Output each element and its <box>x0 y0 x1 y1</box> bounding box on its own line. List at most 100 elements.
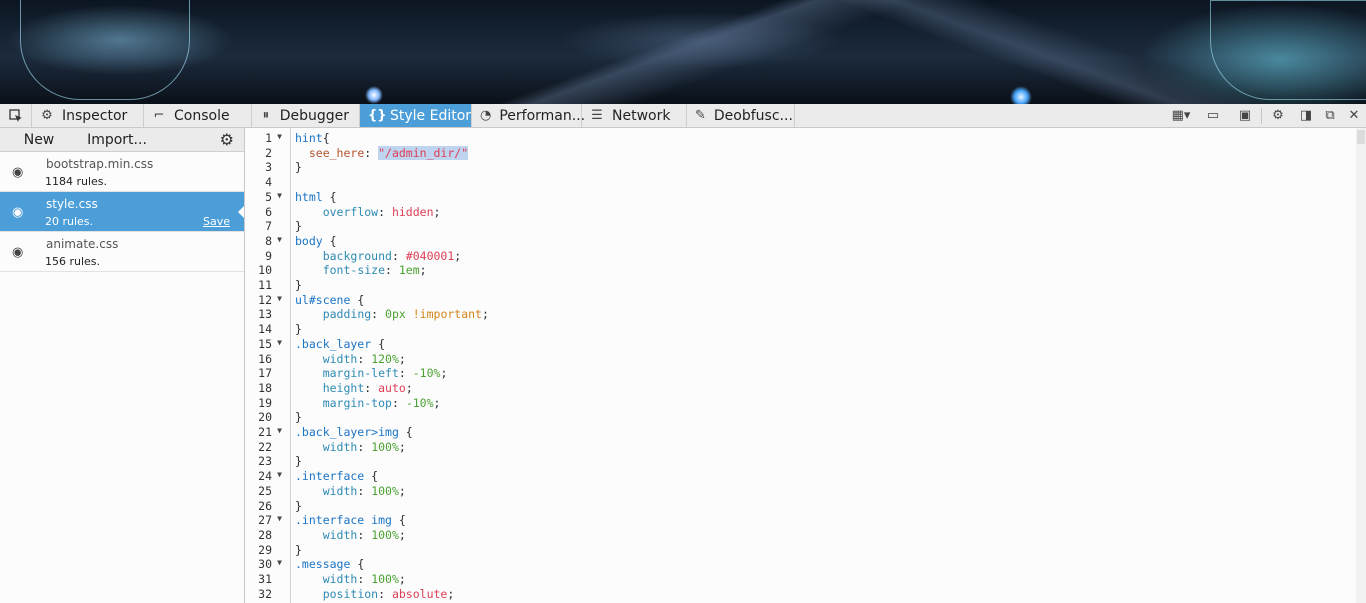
line-number: 27 ▼ <box>258 513 282 528</box>
banner-wireframe-ship <box>20 0 190 100</box>
fold-toggle-icon[interactable]: ▼ <box>277 558 282 567</box>
fold-toggle-icon[interactable]: ▼ <box>277 132 282 141</box>
element-picker-button[interactable] <box>0 104 32 127</box>
line-number: 11 <box>258 278 272 292</box>
eye-icon[interactable]: ◉ <box>12 205 23 220</box>
close-icon: ✕ <box>1348 108 1360 123</box>
code-line[interactable]: padding: 0px !important; <box>295 307 489 322</box>
dock-side-button[interactable]: ◨ <box>1294 108 1318 123</box>
stylesheet-name: bootstrap.min.css <box>46 157 154 171</box>
code-line[interactable]: background: #040001; <box>295 249 462 264</box>
undock-button[interactable]: ⧉ <box>1318 108 1342 123</box>
stylesheet-item-selected[interactable]: ◉ style.css 20 rules. Save <box>0 192 244 232</box>
fold-toggle-icon[interactable]: ▼ <box>277 235 282 244</box>
code-line[interactable]: } <box>295 499 302 514</box>
tab-inspector[interactable]: ⚙ Inspector <box>32 104 144 127</box>
line-number: 25 <box>258 483 272 498</box>
line-number: 13 <box>258 307 272 322</box>
fold-toggle-icon[interactable]: ▼ <box>277 338 282 347</box>
split-console-icon: ▭ <box>1206 108 1220 123</box>
code-line[interactable]: margin-top: -10%; <box>295 396 441 411</box>
frame-icon: ▦▾ <box>1171 108 1191 123</box>
code-line[interactable]: .interface img { <box>295 513 406 528</box>
sidebar-options-button[interactable]: ⚙ <box>220 130 240 149</box>
code-line[interactable]: } <box>295 278 302 293</box>
code-line[interactable]: .back_layer>img { <box>295 425 413 440</box>
code-line[interactable]: .back_layer { <box>295 337 385 352</box>
line-number: 30 ▼ <box>258 557 282 572</box>
stylesheet-name: animate.css <box>46 237 119 251</box>
stylesheet-rule-count: 20 rules. <box>45 215 94 228</box>
line-number: 24 ▼ <box>258 469 282 484</box>
code-line[interactable]: width: 120%; <box>295 352 406 367</box>
deobfuscator-icon: ✎ <box>695 108 706 123</box>
gear-icon: ⚙ <box>1272 108 1284 123</box>
code-line[interactable]: .interface { <box>295 469 378 484</box>
code-line[interactable]: overflow: hidden; <box>295 205 441 220</box>
scrollbar-thumb[interactable] <box>1357 130 1365 144</box>
eye-icon[interactable]: ◉ <box>12 165 23 180</box>
code-line[interactable]: position: absolute; <box>295 587 455 602</box>
new-stylesheet-button[interactable]: New <box>4 130 74 150</box>
code-line[interactable]: height: auto; <box>295 381 413 396</box>
fold-toggle-icon[interactable]: ▼ <box>277 470 282 479</box>
performance-icon: ◔ <box>480 108 492 123</box>
code-line[interactable]: ul#scene { <box>295 293 364 308</box>
code-line[interactable]: see_here: "/admin_dir/" <box>295 145 469 161</box>
debugger-icon: ⏸ <box>262 108 270 123</box>
line-number: 12 ▼ <box>258 292 282 307</box>
page-banner-image <box>0 0 1366 104</box>
close-devtools-button[interactable]: ✕ <box>1342 108 1366 123</box>
fold-toggle-icon[interactable]: ▼ <box>277 294 282 303</box>
code-line[interactable]: } <box>295 219 302 234</box>
stylesheet-rule-count: 1184 rules. <box>45 175 108 188</box>
code-line[interactable]: width: 100%; <box>295 572 406 587</box>
code-line[interactable]: } <box>295 410 302 425</box>
line-number: 21 ▼ <box>258 425 282 439</box>
save-link[interactable]: Save <box>203 215 230 228</box>
code-line[interactable]: html { <box>295 190 337 205</box>
responsive-mode-button[interactable]: ▣ <box>1229 108 1261 123</box>
tab-style-editor[interactable]: {} Style Editor <box>360 104 472 127</box>
settings-button[interactable]: ⚙ <box>1262 108 1294 123</box>
fold-toggle-icon[interactable]: ▼ <box>277 426 282 435</box>
line-number: 8 ▼ <box>265 233 282 248</box>
console-icon: ⌐ <box>153 108 165 123</box>
fold-toggle-icon[interactable]: ▼ <box>277 514 282 523</box>
code-line[interactable]: } <box>295 160 302 175</box>
code-line[interactable]: } <box>295 454 302 469</box>
line-number: 9 <box>265 248 272 263</box>
tab-network[interactable]: ☰ Network <box>582 104 687 127</box>
split-console-button[interactable]: ▭ <box>1197 108 1229 123</box>
code-line[interactable]: hint{ <box>295 131 330 146</box>
code-line[interactable]: font-size: 1em; <box>295 263 427 278</box>
code-line[interactable]: width: 100%; <box>295 484 406 499</box>
code-line[interactable]: } <box>295 543 302 558</box>
devtools-toolbar: ⚙ Inspector ⌐ Console ⏸ Debugger {} Styl… <box>0 104 1366 128</box>
code-line[interactable]: } <box>295 322 302 337</box>
code-editor[interactable]: 1 ▼ 2 3 4 5 ▼ 6 7 8 ▼ 9 10 11 12 ▼ 13 14 15 ▼ 16 17 18 19 20 21 ▼ 2… <box>246 128 1366 603</box>
frame-select-button[interactable]: ▦▾ <box>1165 108 1197 123</box>
line-number: 28 <box>258 527 272 542</box>
tab-performance[interactable]: ◔ Performan... <box>472 104 585 127</box>
editor-scrollbar[interactable] <box>1356 128 1366 603</box>
sidebar-toolbar: New Import... ⚙ <box>0 128 244 152</box>
import-stylesheet-button[interactable]: Import... <box>78 130 156 150</box>
line-number: 15 ▼ <box>258 336 282 351</box>
tab-console[interactable]: ⌐ Console <box>144 104 252 127</box>
tab-debugger[interactable]: ⏸ Debugger <box>252 104 360 127</box>
code-line[interactable]: .message { <box>295 557 364 572</box>
fold-toggle-icon[interactable]: ▼ <box>277 191 282 200</box>
code-line[interactable]: width: 100%; <box>295 528 406 543</box>
stylesheet-item[interactable]: ◉ animate.css 156 rules. <box>0 232 244 272</box>
stylesheet-rule-count: 156 rules. <box>45 255 101 268</box>
line-number: 20 <box>258 410 272 425</box>
stylesheet-item[interactable]: ◉ bootstrap.min.css 1184 rules. <box>0 152 244 192</box>
tab-deobfuscator[interactable]: ✎ Deobfusc... <box>687 104 795 127</box>
code-line[interactable]: body { <box>295 234 337 249</box>
line-number: 22 <box>258 439 272 454</box>
code-line[interactable]: margin-left: -10%; <box>295 366 448 381</box>
code-line[interactable]: width: 100%; <box>295 440 406 455</box>
line-number: 5 ▼ <box>265 189 282 204</box>
eye-icon[interactable]: ◉ <box>12 245 23 260</box>
